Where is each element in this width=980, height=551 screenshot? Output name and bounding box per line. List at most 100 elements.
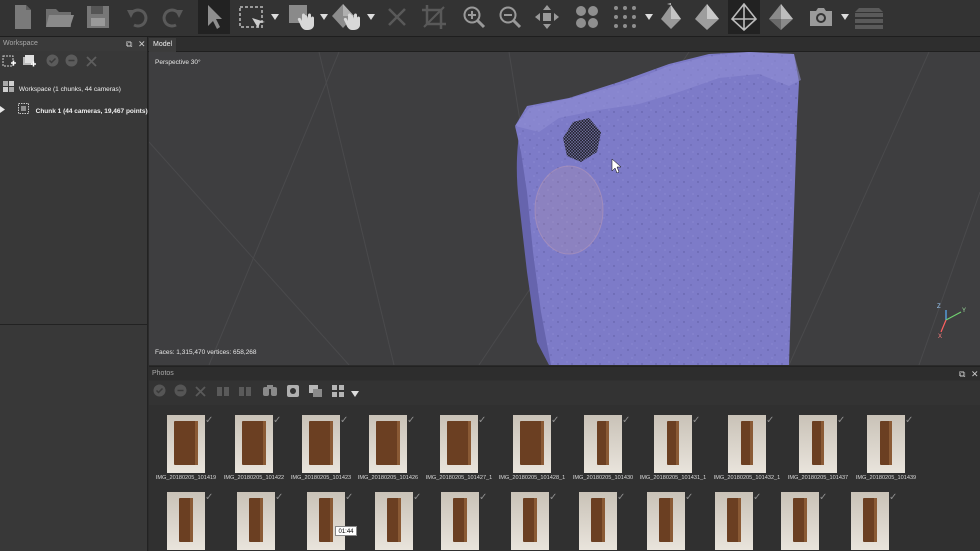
mesh-statistics: Faces: 1,315,470 vertices: 658,268 [155,349,257,356]
overlap-view-icon[interactable] [308,384,323,403]
wireframe-model-icon[interactable] [728,0,760,34]
aligned-check-icon: ✓ [275,492,284,503]
add-chunk-icon[interactable] [2,54,16,73]
float-panel-icon[interactable]: ⧉ [126,38,132,50]
photo-thumbnail[interactable] [867,415,905,473]
float-panel-icon[interactable]: ⧉ [959,368,965,380]
chevron-down-icon[interactable] [319,0,329,34]
binoculars-icon[interactable] [262,384,278,402]
redo-icon[interactable] [160,0,186,34]
workspace-toolbar [0,52,148,74]
aligned-check-icon: ✓ [413,492,422,503]
point-cloud-icon[interactable] [608,0,642,34]
model-viewport[interactable]: Perspective 30° Faces: 1,315,470 vertice… [149,52,980,365]
perspective-label: Perspective 30° [155,59,201,66]
tree-item-chunk[interactable]: Chunk 1 (44 cameras, 19,467 points) [0,103,148,117]
aligned-check-icon: ✓ [685,492,694,503]
chevron-down-icon[interactable] [840,0,850,34]
aligned-check-icon: ✓ [478,415,487,426]
photo-thumbnail[interactable] [440,415,478,473]
reset-view-icon[interactable] [532,0,562,34]
photo-subject-edge [738,498,741,542]
rotate-photo-icon[interactable] [216,384,230,403]
photo-thumbnail[interactable] [647,492,685,550]
show-cameras-icon[interactable] [572,0,602,34]
disable-minus-icon[interactable] [174,384,187,402]
photo-thumbnail[interactable] [167,492,205,550]
close-panel-icon[interactable]: ✕ [971,368,979,380]
zoom-in-icon[interactable] [460,0,488,34]
move-region-icon[interactable] [286,0,318,34]
zoom-out-icon[interactable] [496,0,524,34]
aligned-check-icon: ✓ [340,415,349,426]
chevron-down-icon[interactable] [351,384,359,402]
tree-item-label: Chunk 1 (44 cameras, 19,467 points) [35,108,148,116]
aligned-check-icon: ✓ [819,492,828,503]
photo-thumbnail[interactable] [851,492,889,550]
undo-icon[interactable] [124,0,150,34]
photo-thumbnail[interactable] [715,492,753,550]
photo-thumbnail[interactable] [579,492,617,550]
add-photos-icon[interactable] [22,54,36,73]
photo-thumbnail[interactable] [781,492,819,550]
photo-thumbnail[interactable] [513,415,551,473]
photo-subject-edge [821,421,824,465]
photo-caption: IMG_20180205_101427_1 [425,475,493,481]
photo-subject-edge [750,421,753,465]
open-folder-icon[interactable] [44,0,76,34]
photo-thumbnail[interactable] [302,415,340,473]
photo-subject-edge [190,498,193,542]
enable-check-icon[interactable] [46,54,59,72]
tab-model[interactable]: Model [149,38,177,52]
photo-subject-edge [670,498,673,542]
photo-subject-edge [874,498,877,542]
solid-model-icon[interactable] [690,0,724,34]
rotate-object-icon[interactable] [330,0,364,34]
crop-selection-icon[interactable] [420,0,448,34]
shaded-model-icon[interactable] [656,0,686,34]
remove-item-icon[interactable] [195,384,206,402]
aligned-check-icon: ✓ [766,415,775,426]
rectangle-selection-icon[interactable] [236,0,268,34]
grid-view-icon[interactable] [331,384,345,403]
viewport-scene [149,52,980,365]
delete-selection-icon[interactable] [384,0,410,34]
chevron-down-icon[interactable] [366,0,376,34]
photo-thumbnail[interactable] [167,415,205,473]
photo-caption: IMG_20180205_101422 [223,475,285,481]
photo-thumbnail[interactable] [307,492,345,550]
photo-subject-edge [606,421,609,465]
expand-arrow-icon[interactable] [0,105,5,119]
workspace-icon [3,81,14,98]
navigation-cursor-icon[interactable] [198,0,230,34]
photo-thumbnail[interactable] [654,415,692,473]
photo-thumbnail[interactable] [237,492,275,550]
tree-item-workspace[interactable]: Workspace (1 chunks, 44 cameras) [0,81,121,95]
textured-model-icon[interactable] [764,0,798,34]
enable-check-icon[interactable] [153,384,166,402]
photo-thumbnail[interactable] [441,492,479,550]
close-panel-icon[interactable]: ✕ [138,38,146,50]
aligned-check-icon: ✓ [905,415,914,426]
photo-thumbnail[interactable] [511,492,549,550]
capture-view-icon[interactable] [806,0,836,34]
photo-thumbnail[interactable] [799,415,837,473]
new-document-icon[interactable] [10,0,36,34]
save-icon[interactable] [84,0,112,34]
mask-icon[interactable] [286,384,300,403]
photo-thumbnail[interactable] [584,415,622,473]
photo-subject-edge [464,498,467,542]
rotate-photo-right-icon[interactable] [238,384,252,403]
photo-thumbnail[interactable] [235,415,273,473]
remove-item-icon[interactable] [86,54,97,72]
chevron-down-icon[interactable] [270,0,280,34]
disable-minus-icon[interactable] [65,54,78,72]
photo-thumbnail[interactable] [728,415,766,473]
photo-thumbnail[interactable] [369,415,407,473]
photos-panel: Photos ⧉ ✕ ✓ IMG_20180205_101419 ✓ IMG_2018… [149,366,980,551]
stack-layers-icon[interactable] [852,0,886,34]
model-tab-bar: Model [148,37,980,52]
photo-thumbnail[interactable] [375,492,413,550]
chevron-down-icon[interactable] [644,0,654,34]
video-timestamp: 01:44 [335,526,357,536]
